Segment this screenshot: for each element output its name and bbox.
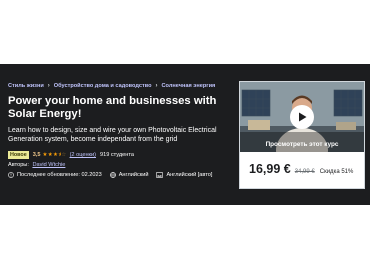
- author-row: Авторы: David Wtchie: [8, 162, 65, 168]
- students-count: 919 студента: [99, 152, 134, 158]
- author-label: Авторы:: [8, 162, 29, 168]
- rating-row: Новое 3,5 ★★★⯨☆ (2 оценки) 919 студента: [8, 150, 134, 160]
- current-price: 16,99 €: [249, 162, 291, 176]
- last-updated: Последнее обновление: 02.2023: [8, 172, 102, 178]
- last-updated-text: Последнее обновление: 02.2023: [17, 172, 102, 178]
- breadcrumb: Стиль жизни › Обустройство дома и садово…: [8, 83, 215, 89]
- chevron-right-icon: ›: [47, 83, 50, 89]
- play-icon: [298, 112, 306, 122]
- reviews-link[interactable]: (2 оценки): [70, 152, 96, 158]
- breadcrumb-item-lifestyle[interactable]: Стиль жизни: [8, 83, 44, 89]
- original-price: 34,99 €: [294, 169, 315, 175]
- course-subtitle: Learn how to design, size and wire your …: [8, 127, 217, 143]
- course-preview[interactable]: Просмотреть этот курс: [240, 82, 364, 152]
- price-row: 16,99 € 34,99 € Скидка 51%: [249, 162, 353, 176]
- discount-label: Скидка 51%: [319, 169, 354, 175]
- captions-text: Английский [авто]: [166, 172, 213, 178]
- rating-value: 3,5: [32, 152, 41, 158]
- language: Английский: [109, 172, 149, 178]
- new-badge: Новое: [8, 151, 29, 159]
- captions: Английский [авто]: [156, 172, 212, 178]
- author-link[interactable]: David Wtchie: [32, 162, 65, 168]
- empty-star-icon: ☆: [61, 152, 67, 158]
- preview-caption[interactable]: Просмотреть этот курс: [240, 141, 364, 148]
- play-button[interactable]: [290, 105, 314, 129]
- globe-icon: [109, 172, 116, 178]
- language-text: Английский: [118, 172, 149, 178]
- chevron-right-icon: ›: [155, 83, 158, 89]
- rating-stars: ★★★⯨☆: [43, 150, 67, 160]
- alert-icon: [8, 172, 14, 178]
- breadcrumb-item-home[interactable]: Обустройство дома и садоводство: [54, 83, 152, 89]
- course-title: Power your home and businesses with Sola…: [8, 95, 217, 120]
- purchase-card: Просмотреть этот курс 16,99 € 34,99 € Ск…: [239, 81, 365, 189]
- breadcrumb-item-solar[interactable]: Солнечная энергия: [162, 83, 216, 89]
- meta-row: Последнее обновление: 02.2023 Английский…: [8, 172, 220, 178]
- captions-icon: [156, 172, 164, 178]
